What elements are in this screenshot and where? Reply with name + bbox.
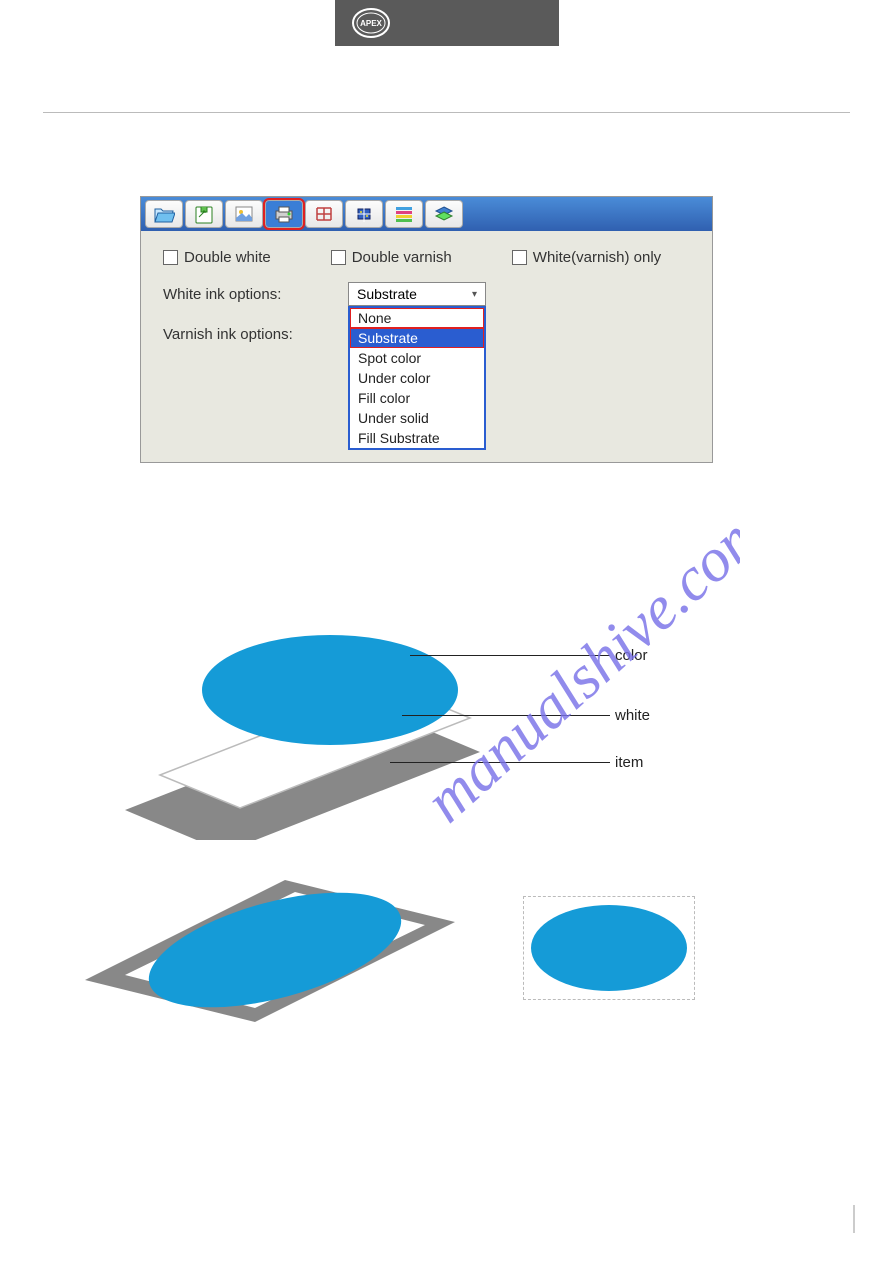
toolbar-btn-color-bars[interactable] — [385, 200, 423, 228]
checkbox-label: Double white — [184, 249, 271, 266]
toolbar-btn-file-open[interactable] — [145, 200, 183, 228]
checkbox-box-icon — [331, 250, 346, 265]
checkbox-double-white[interactable]: Double white — [163, 249, 271, 266]
chevron-down-icon: ▾ — [472, 289, 477, 300]
label-color: color — [615, 647, 648, 664]
toolbar-btn-file-save[interactable] — [185, 200, 223, 228]
checkbox-row: Double white Double varnish White(varnis… — [141, 231, 712, 272]
toolbar — [141, 197, 712, 231]
dropdown-item-fill-color[interactable]: Fill color — [350, 388, 484, 408]
leader-color — [410, 655, 610, 656]
checkbox-label: Double varnish — [352, 249, 452, 266]
dropdown-item-under-solid[interactable]: Under solid — [350, 408, 484, 428]
checkbox-white-varnish-only[interactable]: White(varnish) only — [512, 249, 661, 266]
header-bar: APEX — [335, 0, 559, 46]
toolbar-btn-align[interactable] — [345, 200, 383, 228]
checkbox-box-icon — [163, 250, 178, 265]
checkbox-double-varnish[interactable]: Double varnish — [331, 249, 452, 266]
svg-text:APEX: APEX — [360, 19, 382, 28]
toolbar-btn-image-settings[interactable] — [225, 200, 263, 228]
dropdown-item-fill-substrate[interactable]: Fill Substrate — [350, 428, 484, 448]
dropdown-item-spot-color[interactable]: Spot color — [350, 348, 484, 368]
white-ink-label: White ink options: — [163, 286, 348, 303]
apex-logo: APEX — [351, 3, 391, 43]
dropdown-selected-text: Substrate — [357, 286, 417, 302]
dropdown-item-substrate[interactable]: Substrate — [350, 328, 484, 348]
page-edge-marker — [853, 1205, 855, 1233]
varnish-ink-label: Varnish ink options: — [163, 326, 348, 343]
leader-item — [390, 762, 610, 763]
layer-diagram: color white item — [100, 600, 800, 860]
white-ink-dropdown[interactable]: Substrate ▾ None Substrate Spot color Un… — [348, 282, 486, 306]
leader-white — [402, 715, 610, 716]
dropdown-item-under-color[interactable]: Under color — [350, 368, 484, 388]
toolbar-btn-grid-view[interactable] — [305, 200, 343, 228]
label-white: white — [615, 707, 650, 724]
print-result-perspective-icon — [80, 860, 460, 1030]
dropdown-list: None Substrate Spot color Under color Fi… — [348, 306, 486, 450]
oval-result-icon — [529, 903, 689, 993]
dropdown-selected: Substrate ▾ — [348, 282, 486, 306]
toolbar-btn-layers[interactable] — [425, 200, 463, 228]
white-ink-option-row: White ink options: Substrate ▾ None Subs… — [141, 272, 712, 316]
exploded-layers-icon — [100, 600, 500, 840]
page-divider — [43, 112, 850, 113]
checkbox-box-icon — [512, 250, 527, 265]
label-item: item — [615, 754, 643, 771]
checkbox-label: White(varnish) only — [533, 249, 661, 266]
app-dialog: Double white Double varnish White(varnis… — [140, 196, 713, 463]
sample-output-box — [523, 896, 695, 1000]
dropdown-item-none[interactable]: None — [350, 308, 484, 328]
toolbar-btn-print-options-selected[interactable] — [265, 200, 303, 228]
